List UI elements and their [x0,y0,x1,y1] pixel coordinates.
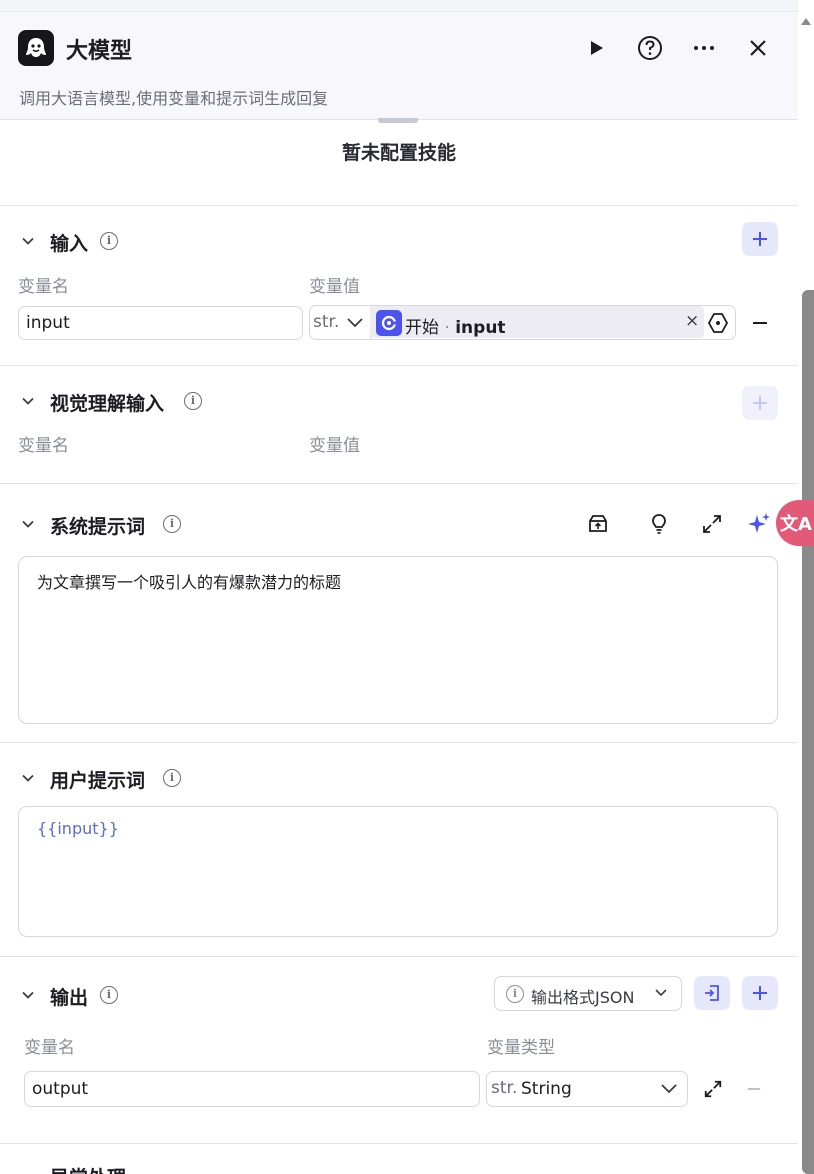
output-type-value: String [521,1079,572,1099]
divider [0,1143,798,1144]
minus-icon[interactable] [751,314,769,332]
expand-icon[interactable] [703,1079,723,1099]
divider [0,365,798,366]
section-title-system-prompt: 系统提示词 [50,516,146,538]
scroll-up-icon[interactable] [800,16,812,26]
column-label-name: 变量名 [24,1038,75,1058]
type-badge: str. [313,312,340,332]
library-icon[interactable] [585,511,611,537]
more-icon[interactable] [690,34,718,62]
expand-icon[interactable] [699,511,725,537]
chevron-down-icon[interactable] [20,770,36,786]
start-node-icon [376,310,402,336]
chevron-down-icon[interactable] [20,393,36,409]
reference-node: 开始 [405,318,439,338]
section-title-output: 输出 [50,987,89,1009]
node-header: 大模型 调用大语言模型,使用变量和提示词生成回复 [0,12,798,120]
column-label-value: 变量值 [309,436,360,456]
import-icon [705,985,719,1001]
chevron-down-icon [661,1084,677,1094]
divider [0,956,798,957]
divider [0,742,798,743]
chevron-down-icon[interactable] [20,233,36,249]
info-icon[interactable]: i [163,515,181,533]
clear-reference-button[interactable]: × [685,311,699,331]
close-icon[interactable] [744,34,772,62]
plus-icon [753,232,767,246]
help-icon[interactable] [636,34,664,62]
node-title: 大模型 [66,39,133,64]
skill-drag-handle [378,118,418,123]
column-label-value: 变量值 [309,277,360,297]
run-icon[interactable] [582,34,610,62]
plus-icon [753,986,767,1000]
plus-icon [753,396,767,410]
add-input-button[interactable] [742,222,778,256]
scrollbar-thumb[interactable] [802,290,814,1174]
lightbulb-icon[interactable] [646,511,672,537]
variable-icon[interactable] [707,312,729,334]
type-badge: str. [491,1078,518,1098]
minus-icon[interactable] [746,1081,762,1097]
logo-icon [18,30,54,66]
top-strip [0,0,798,12]
chevron-down-icon[interactable] [20,516,36,532]
system-prompt-textarea[interactable]: 为文章撰写一个吸引人的有爆款潜力的标题 [18,556,778,724]
user-prompt-textarea[interactable]: {{input}} [18,806,778,937]
reference-separator: · [444,318,450,338]
add-vision-input-button[interactable] [742,386,778,420]
section-title-vision: 视觉理解输入 [50,393,165,415]
column-label-type: 变量类型 [487,1038,555,1058]
column-label-name: 变量名 [18,277,69,297]
info-icon[interactable]: i [100,986,118,1004]
info-icon[interactable]: i [100,232,118,250]
divider [0,483,798,484]
info-icon: i [506,985,524,1003]
info-icon[interactable]: i [184,392,202,410]
output-variable-name-field[interactable]: output [24,1071,480,1107]
column-label-name: 变量名 [18,436,69,456]
chevron-down-icon [655,989,667,997]
skills-empty-text: 暂未配置技能 [341,142,456,164]
chevron-down-icon[interactable] [20,987,36,1003]
node-description: 调用大语言模型,使用变量和提示词生成回复 [19,89,329,108]
import-output-button[interactable] [694,976,730,1010]
input-variable-name-field[interactable]: input [18,306,303,340]
sparkle-icon[interactable] [746,511,772,537]
section-title-input: 输入 [50,233,89,255]
reference-variable: input [455,318,506,338]
chevron-down-icon[interactable] [346,315,364,331]
output-format-label: 输出格式JSON [531,988,635,1007]
add-output-button[interactable] [742,976,778,1010]
section-title-user-prompt: 用户提示词 [50,770,146,792]
section-title-exception: 异常处理 [50,1163,126,1174]
translate-widget[interactable]: 文A [776,500,814,546]
reference-path: 开始 · input [405,313,506,338]
divider [0,205,798,206]
info-icon[interactable]: i [163,769,181,787]
